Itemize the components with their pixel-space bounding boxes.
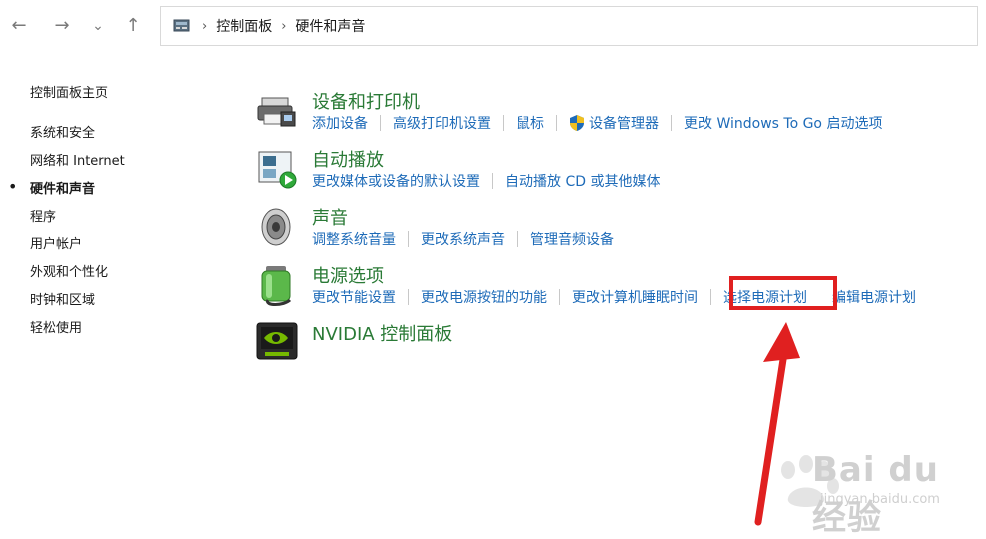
nvidia-control-panel-title[interactable]: NVIDIA 控制面板 <box>312 320 452 346</box>
breadcrumb-separator: › <box>202 18 208 34</box>
sidebar-item-hardware-and-sound[interactable]: 硬件和声音 <box>30 178 95 197</box>
breadcrumb-separator: › <box>281 18 287 34</box>
change-power-button-function-link[interactable]: 更改电源按钮的功能 <box>421 287 547 307</box>
sidebar-item-network-and-internet[interactable]: 网络和 Internet <box>30 150 125 169</box>
edit-power-plan-link[interactable]: 编辑电源计划 <box>832 287 916 307</box>
nvidia-icon <box>256 322 298 360</box>
windows-to-go-startup-options-link[interactable]: 更改 Windows To Go 启动选项 <box>684 113 882 133</box>
link-divider <box>556 115 557 131</box>
link-divider <box>380 115 381 131</box>
devices-and-printers-links: 添加设备 高级打印机设置 鼠标 设备管理器 更改 Windows To Go 启… <box>312 113 882 133</box>
link-divider <box>492 173 493 189</box>
link-divider <box>503 115 504 131</box>
change-system-sounds-link[interactable]: 更改系统声音 <box>421 229 505 249</box>
uac-shield-icon <box>570 115 584 131</box>
add-device-link[interactable]: 添加设备 <box>312 113 368 133</box>
link-divider <box>671 115 672 131</box>
control-panel-icon <box>173 19 190 32</box>
sound-links: 调整系统音量 更改系统声音 管理音频设备 <box>312 229 614 249</box>
sidebar-item-ease-of-access[interactable]: 轻松使用 <box>30 317 82 336</box>
sidebar-item-user-accounts[interactable]: 用户帐户 <box>30 233 82 252</box>
mouse-link[interactable]: 鼠标 <box>516 113 544 133</box>
link-divider <box>517 231 518 247</box>
watermark-url: jingyan.baidu.com <box>820 492 940 507</box>
devices-and-printers-title[interactable]: 设备和打印机 <box>312 88 420 114</box>
recent-locations-chevron-icon[interactable]: ⌄ <box>85 13 111 39</box>
breadcrumb-hardware-and-sound[interactable]: 硬件和声音 <box>295 16 365 36</box>
power-options-title[interactable]: 电源选项 <box>312 262 384 288</box>
adjust-system-volume-link[interactable]: 调整系统音量 <box>312 229 396 249</box>
sidebar-item-clock-and-region[interactable]: 时钟和区域 <box>30 289 95 308</box>
advanced-printer-setup-link[interactable]: 高级打印机设置 <box>393 113 491 133</box>
autoplay-links: 更改媒体或设备的默认设置 自动播放 CD 或其他媒体 <box>312 171 660 191</box>
autoplay-icon <box>258 151 297 189</box>
manage-audio-devices-link[interactable]: 管理音频设备 <box>530 229 614 249</box>
link-divider <box>408 289 409 305</box>
device-manager-link[interactable]: 设备管理器 <box>589 113 659 133</box>
address-bar[interactable]: › 控制面板 › 硬件和声音 <box>160 6 978 46</box>
breadcrumb-control-panel[interactable]: 控制面板 <box>216 16 272 36</box>
change-power-saving-settings-link[interactable]: 更改节能设置 <box>312 287 396 307</box>
change-default-media-settings-link[interactable]: 更改媒体或设备的默认设置 <box>312 171 480 191</box>
back-arrow-icon[interactable]: ← <box>6 13 32 39</box>
up-arrow-icon[interactable]: ↑ <box>120 13 146 39</box>
link-divider <box>559 289 560 305</box>
power-options-icon <box>261 266 292 306</box>
autoplay-cd-or-other-media-link[interactable]: 自动播放 CD 或其他媒体 <box>505 171 660 191</box>
current-page-bullet: • <box>8 177 18 196</box>
change-sleep-time-link[interactable]: 更改计算机睡眠时间 <box>572 287 698 307</box>
navigation-bar: ← → ⌄ ↑ › 控制面板 › 硬件和声音 <box>0 0 986 56</box>
sidebar-item-programs[interactable]: 程序 <box>30 206 56 225</box>
sound-title[interactable]: 声音 <box>312 204 348 230</box>
autoplay-title[interactable]: 自动播放 <box>312 146 384 172</box>
sidebar-item-system-and-security[interactable]: 系统和安全 <box>30 122 95 141</box>
sidebar-item-appearance-and-personalization[interactable]: 外观和个性化 <box>30 261 108 280</box>
sidebar-item-control-panel-home[interactable]: 控制面板主页 <box>30 82 108 101</box>
speaker-icon <box>261 208 291 246</box>
printer-icon <box>257 97 296 127</box>
forward-arrow-icon[interactable]: → <box>49 13 75 39</box>
link-divider <box>408 231 409 247</box>
